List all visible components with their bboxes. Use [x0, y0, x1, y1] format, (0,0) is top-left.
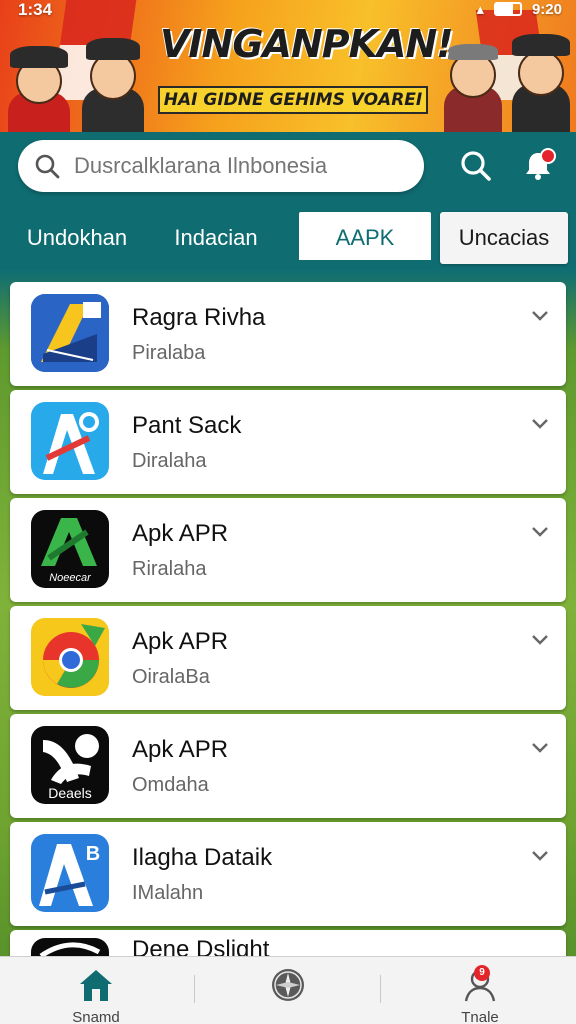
- status-clock: 9:20: [531, 0, 562, 18]
- app-name: Apk APR: [132, 628, 229, 655]
- promo-banner[interactable]: 1:34 ▴ 9:20 VINGANPKAN! HAI GIDNE GEHIMS…: [0, 0, 576, 132]
- icon-caption: Deaels: [48, 785, 92, 801]
- app-subtitle: Riralaha: [132, 558, 207, 580]
- list-item[interactable]: B Ilagha Dataik IMalahn: [10, 822, 566, 926]
- list-item[interactable]: Noeecar Apk APR Riralaha: [10, 498, 566, 602]
- chevron-down-icon[interactable]: [530, 414, 550, 434]
- tab-apk[interactable]: AAPK: [299, 212, 431, 264]
- black-swirl-icon: Deaels: [31, 726, 109, 804]
- status-icons: ▴ 9:20: [476, 0, 562, 19]
- light-blue-a-icon: [31, 402, 109, 480]
- search-bar[interactable]: [18, 140, 424, 192]
- list-item[interactable]: Ragra Rivha Piralaba: [10, 282, 566, 386]
- notification-badge: 9: [474, 965, 490, 981]
- list-item[interactable]: Deaels Apk APR Omdaha: [10, 714, 566, 818]
- mascot-illustration: [508, 16, 574, 132]
- app-name: Ragra Rivha: [132, 304, 266, 331]
- bottom-navigation: Snamd 9 Tnale: [0, 956, 576, 1024]
- home-icon: [80, 970, 112, 1001]
- blue-a-b-icon: B: [31, 834, 109, 912]
- app-name: Apk APR: [132, 520, 229, 547]
- notification-dot: [540, 148, 556, 164]
- list-item[interactable]: Pant Sack Diralaha: [10, 390, 566, 494]
- blue-yellow-a-icon: [31, 294, 109, 372]
- app-subtitle: OiralaBa: [132, 666, 210, 688]
- nav-label: Snamd: [72, 1009, 120, 1024]
- status-time: 1:34: [18, 0, 53, 19]
- tab-uncacias[interactable]: Uncacias: [440, 212, 568, 264]
- nav-profile[interactable]: 9 Tnale: [384, 957, 576, 1024]
- chevron-down-icon[interactable]: [530, 846, 550, 866]
- banner-title: VINGANPKAN!: [160, 22, 454, 66]
- notifications-button[interactable]: [518, 146, 558, 186]
- svg-text:B: B: [86, 843, 100, 865]
- app-subtitle: IMalahn: [132, 882, 204, 904]
- app-subtitle: Omdaha: [132, 774, 209, 796]
- search-icon: [461, 151, 491, 181]
- search-button[interactable]: [456, 146, 496, 186]
- app-list: Ragra Rivha Piralaba Pant Sack Diralaha …: [10, 282, 566, 974]
- search-icon: [35, 154, 60, 179]
- app-subtitle: Piralaba: [132, 342, 206, 364]
- app-name: Ilagha Dataik: [132, 844, 273, 871]
- tab-undokhan[interactable]: Undokhan: [14, 212, 140, 264]
- nav-label: Tnale: [461, 1009, 499, 1024]
- chevron-down-icon[interactable]: [530, 630, 550, 650]
- compass-icon: [272, 969, 304, 1001]
- wifi-icon: ▴: [476, 1, 484, 18]
- app-name: Pant Sack: [132, 412, 242, 439]
- divider: [380, 975, 381, 1003]
- icon-caption: Noeecar: [49, 572, 92, 584]
- mascot-illustration: [78, 22, 148, 132]
- mascot-illustration: [4, 28, 74, 132]
- app-name: Apk APR: [132, 736, 229, 763]
- chevron-down-icon[interactable]: [530, 522, 550, 542]
- nav-home[interactable]: Snamd: [0, 957, 192, 1024]
- search-input[interactable]: [74, 153, 424, 179]
- battery-icon: [493, 2, 522, 16]
- chevron-down-icon[interactable]: [530, 306, 550, 326]
- tab-indacian[interactable]: Indacian: [154, 212, 278, 264]
- chevron-down-icon[interactable]: [530, 738, 550, 758]
- green-a-icon: Noeecar: [31, 510, 109, 588]
- nav-explore[interactable]: [192, 957, 384, 1024]
- list-item[interactable]: Apk APR OiralaBa: [10, 606, 566, 710]
- category-tabs: Undokhan Indacian AAPK Uncacias: [0, 208, 576, 268]
- app-subtitle: Diralaha: [132, 450, 207, 472]
- banner-subtitle: HAI GIDNE GEHIMS VOAREI: [158, 86, 428, 114]
- chrome-like-icon: [31, 618, 109, 696]
